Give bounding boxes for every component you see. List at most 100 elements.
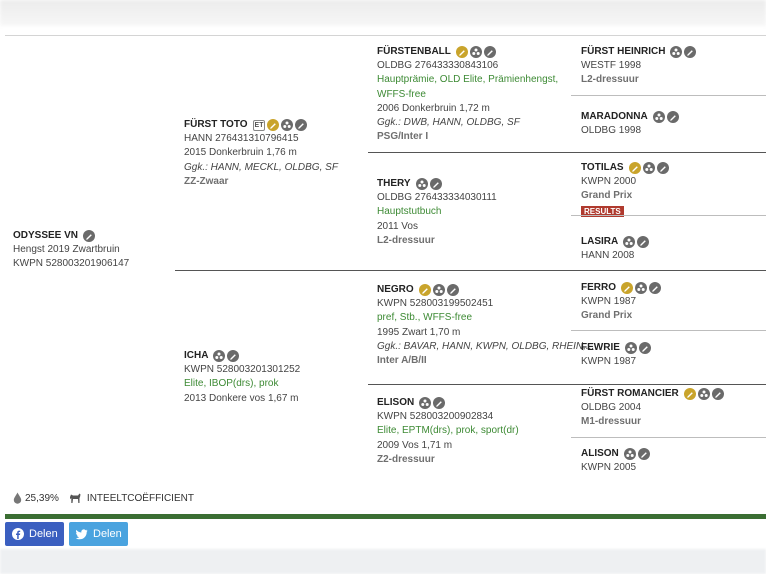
divider (175, 270, 766, 271)
sire-studbooks: Ggk.: HANN, MECKL, OLDBG, SF (184, 161, 338, 173)
offspring-icon[interactable] (697, 388, 710, 400)
gen4-name[interactable]: FÜRST HEINRICH (581, 45, 665, 59)
pencil-icon[interactable] (684, 46, 697, 58)
offspring-icon[interactable] (281, 119, 294, 131)
pencil-icon[interactable] (483, 46, 496, 58)
gen3-name[interactable]: NEGRO (377, 283, 414, 297)
pencil-icon[interactable] (666, 111, 679, 123)
dam-name[interactable]: ICHA (184, 349, 208, 363)
gen4-name[interactable]: FÜRST ROMANCIER (581, 387, 679, 401)
pencil-icon[interactable] (433, 397, 446, 409)
gen3-name[interactable]: ELISON (377, 396, 414, 410)
gen4-name[interactable]: TOTILAS (581, 161, 624, 175)
dam-registration: KWPN 528003201301252 (184, 364, 301, 375)
pencil-icon[interactable] (227, 350, 240, 362)
horse-name[interactable]: ODYSSEE VN (13, 229, 78, 243)
pencil-icon[interactable] (637, 236, 650, 248)
gen3-info: 1995 Zwart 1,70 m (377, 326, 461, 338)
gen3-name[interactable]: THERY (377, 177, 411, 191)
gen4-registration: KWPN 1987 (581, 296, 637, 307)
gen4-name[interactable]: MARADONNA (581, 110, 648, 124)
offspring-icon[interactable] (623, 236, 636, 248)
gen3-sport-level: Inter A/B/II (377, 355, 427, 367)
offspring-icon[interactable] (642, 162, 655, 174)
gen4-sport-level: L2-dressuur (581, 74, 639, 86)
offspring-icon[interactable] (652, 111, 665, 123)
gen3-predicates: Elite, EPTM(drs), prok, sport(dr) (377, 425, 519, 437)
gen3-cell-elison: ELISON KWPN 528003200902834 Elite, EPTM(… (377, 396, 519, 467)
gen3-sport-level: L2-dressuur (377, 234, 435, 246)
pencil-icon[interactable] (446, 284, 459, 296)
pencil-icon[interactable] (83, 230, 96, 242)
gen4-registration: KWPN 2000 (581, 176, 637, 187)
gen3-sport-level: PSG/Inter I (377, 131, 429, 143)
gen4-registration: HANN 2008 (581, 250, 635, 261)
dam-predicates: Elite, IBOP(drs), prok (184, 378, 279, 390)
offspring-icon[interactable] (635, 282, 647, 294)
twitter-share-label: Delen (93, 528, 122, 540)
facebook-icon (12, 528, 24, 540)
gen4-sport-level: Grand Prix (581, 310, 633, 322)
gen4-cell: ALISON KWPN 2005 (581, 447, 652, 475)
gen4-registration: KWPN 2005 (581, 462, 637, 473)
gen3-cell-negro: NEGRO KWPN 528003199502451 pref, Stb., W… (377, 283, 594, 368)
gen4-name[interactable]: FERRO (581, 281, 616, 295)
inbreeding-percent: 25,39% (25, 492, 59, 504)
inbreeding-stats: 25,39% INTEELTCOËFFICIENT (13, 492, 194, 504)
gen4-registration: KWPN 1987 (581, 356, 637, 367)
gen3-studbooks: Ggk.: BAVAR, HANN, KWPN, OLDBG, RHEIN,..… (377, 340, 595, 352)
gen3-predicates-2: WFFS-free (377, 88, 426, 100)
pencil-icon[interactable] (711, 388, 724, 400)
sire-name[interactable]: FÜRST TOTO (184, 118, 248, 132)
offspring-icon[interactable] (469, 46, 482, 58)
pencil-icon[interactable] (656, 162, 669, 174)
sire-cell: FÜRST TOTO ET HANN 276431310796415 2015 … (184, 118, 338, 189)
gen4-name[interactable]: LASIRA (581, 235, 618, 249)
gold-medal-icon (267, 119, 280, 131)
offspring-icon[interactable] (419, 397, 432, 409)
gen3-sport-level: Z2-dressuur (377, 453, 435, 465)
horse-registration: KWPN 528003201906147 (13, 258, 130, 270)
sire-info: 2015 Donkerbruin 1,76 m (184, 147, 297, 159)
divider (571, 437, 766, 438)
gen4-sport-level: Grand Prix (581, 190, 633, 202)
gen4-registration: WESTF 1998 (581, 60, 642, 71)
gen3-predicates: Hauptstutbuch (377, 206, 442, 218)
gen3-registration: KWPN 528003199502451 (377, 298, 494, 309)
offspring-icon[interactable] (415, 178, 428, 190)
gen3-registration: KWPN 528003200902834 (377, 411, 494, 422)
gen3-predicates: pref, Stb., WFFS-free (377, 312, 473, 324)
gen3-name[interactable]: FÜRSTENBALL (377, 45, 451, 59)
pencil-icon[interactable] (649, 282, 661, 294)
blurred-header (0, 0, 766, 26)
gold-medal-icon (621, 282, 633, 294)
gen3-info: 2006 Donkerbruin 1,72 m (377, 102, 490, 114)
sire-sport-level: ZZ-Zwaar (184, 175, 229, 187)
twitter-share-button[interactable]: Delen (69, 522, 128, 546)
gen4-name[interactable]: ALISON (581, 447, 619, 461)
gen4-cell: FEWRIE KWPN 1987 (581, 341, 653, 369)
inbreeding-label: INTEELTCOËFFICIENT (86, 492, 194, 504)
gen3-info: 2009 Vos 1,71 m (377, 439, 453, 451)
et-badge: ET (252, 119, 266, 131)
divider (571, 95, 766, 96)
pencil-icon[interactable] (295, 119, 308, 131)
divider (368, 384, 766, 385)
pencil-icon[interactable] (429, 178, 442, 190)
horse-info: Hengst 2019 Zwartbruin (13, 244, 120, 255)
offspring-icon[interactable] (432, 284, 445, 296)
offspring-icon[interactable] (624, 342, 637, 354)
pencil-icon[interactable] (637, 448, 650, 460)
offspring-icon[interactable] (213, 350, 226, 362)
facebook-share-button[interactable]: Delen (5, 522, 64, 546)
pencil-icon[interactable] (638, 342, 651, 354)
divider (368, 152, 766, 153)
gen3-cell-thery: THERY OLDBG 276433334030111 Hauptstutbuc… (377, 177, 497, 248)
gen4-cell: FÜRST ROMANCIER OLDBG 2004 M1-dressuur (581, 387, 726, 430)
offspring-icon[interactable] (623, 448, 636, 460)
gen3-cell-fuerstenball: FÜRSTENBALL OLDBG 276433330843106 Hauptp… (377, 45, 558, 145)
offspring-icon[interactable] (670, 46, 683, 58)
gen4-name[interactable]: FEWRIE (581, 341, 620, 355)
gen4-registration: OLDBG 1998 (581, 125, 642, 136)
divider (571, 215, 766, 216)
